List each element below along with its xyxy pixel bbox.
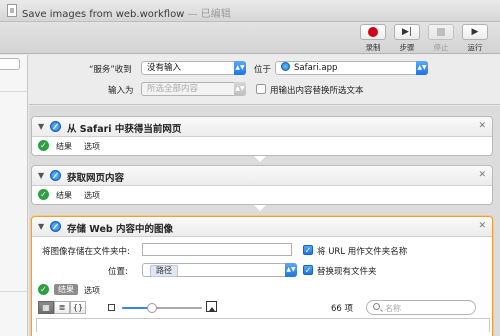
replace-selected-text-label: 用输出内容替换所选文本 <box>270 86 364 96</box>
workflow-document-icon <box>7 4 17 17</box>
options-tab[interactable]: 选项 <box>84 190 100 201</box>
step-icon: ▶| <box>402 27 412 37</box>
options-tab[interactable]: 选项 <box>84 285 100 296</box>
action-header: ▼ 获取网页内容 ✕ <box>32 166 492 186</box>
folder-name-field[interactable] <box>142 243 292 256</box>
zoom-slider-knob[interactable] <box>147 303 158 313</box>
disclosure-triangle-icon[interactable]: ▼ <box>38 122 44 131</box>
safari-action-icon <box>50 221 61 232</box>
input-is-value: 所选全部内容 <box>147 84 199 94</box>
action-connector <box>254 204 266 213</box>
location-label: 位置: <box>108 267 128 277</box>
toolbar: 录制 ▶| 步骤 停止 ▶ 运行 <box>0 22 500 54</box>
close-icon[interactable]: ✕ <box>478 221 486 231</box>
disclosure-triangle-icon[interactable]: ▼ <box>38 222 44 231</box>
library-panel <box>0 55 28 336</box>
in-label: 位于 <box>254 65 272 75</box>
disclosure-triangle-icon[interactable]: ▼ <box>38 171 44 180</box>
search-placeholder: 名称 <box>385 304 401 313</box>
service-input-popup[interactable]: 没有输入 ▲▼ <box>141 61 246 75</box>
stop-icon <box>437 28 445 36</box>
safari-action-icon <box>50 170 61 181</box>
action-connector <box>254 155 266 164</box>
application-popup[interactable]: Safari.app ▲▼ <box>275 61 428 75</box>
library-divider <box>0 291 28 292</box>
results-tab[interactable]: 结果 <box>54 284 78 295</box>
service-settings: “服务”收到 没有输入 ▲▼ 位于 Safari.app ▲▼ 输入为 所选全部… <box>29 55 500 105</box>
action-get-webpage-contents[interactable]: ▼ 获取网页内容 ✕ ✓ 结果 选项 <box>31 165 493 205</box>
results-tab[interactable]: 结果 <box>56 141 72 152</box>
record-button[interactable] <box>360 24 386 40</box>
action-footer: ✓ 结果 选项 <box>32 137 492 155</box>
popup-arrows-icon: ▲▼ <box>416 61 428 75</box>
zoom-slider[interactable] <box>122 303 202 313</box>
list-view-button[interactable]: ≣ <box>54 301 70 314</box>
stop-button[interactable] <box>428 24 454 40</box>
checkmark-icon: ✓ <box>38 140 49 151</box>
run-label: 运行 <box>467 43 483 52</box>
replace-existing-folder-checkbox[interactable]: ✓ <box>303 265 313 275</box>
checkmark-icon: ✓ <box>38 189 49 200</box>
window-title-text: Save images from web.workflow <box>22 9 185 20</box>
results-tab[interactable]: 结果 <box>56 190 72 201</box>
close-icon[interactable]: ✕ <box>478 170 486 180</box>
record-label: 录制 <box>365 43 381 52</box>
popup-arrows-icon: ▲▼ <box>285 263 297 277</box>
action-footer: ✓ 结果 选项 <box>32 281 492 299</box>
use-url-as-folder-name-label: 将 URL 用作文件夹名称 <box>317 247 408 257</box>
input-is-label: 输入为 <box>108 86 134 96</box>
application-value: Safari.app <box>294 63 338 73</box>
use-url-as-folder-name-checkbox[interactable]: ✓ <box>303 245 313 255</box>
service-receives-label: “服务”收到 <box>89 65 132 75</box>
list-icon: ≣ <box>58 303 66 312</box>
action-footer: ✓ 结果 选项 <box>32 186 492 204</box>
location-token: 路径 <box>150 265 178 277</box>
action-title: 从 Safari 中获得当前网页 <box>67 124 182 135</box>
action-get-current-webpage[interactable]: ▼ 从 Safari 中获得当前网页 ✕ ✓ 结果 选项 <box>31 116 493 156</box>
location-popup[interactable]: 路径 ▲▼ <box>142 263 297 277</box>
options-tab[interactable]: 选项 <box>84 141 100 152</box>
library-divider <box>0 91 28 92</box>
input-is-popup[interactable]: 所选全部内容 ▲▼ <box>141 82 246 96</box>
small-image-icon <box>108 304 115 311</box>
edited-status: 已编辑 <box>200 9 231 20</box>
action-title: 获取网页内容 <box>67 173 125 184</box>
run-icon: ▶ <box>471 27 479 37</box>
action-header: ▼ 存储 Web 内容中的图像 ✕ <box>32 217 492 237</box>
save-to-folder-label: 将图像存储在文件夹中: <box>42 247 130 257</box>
service-input-value: 没有输入 <box>147 63 182 73</box>
window-title: Save images from web.workflow — 已编辑 <box>22 5 231 20</box>
popup-arrows-icon: ▲▼ <box>234 61 246 75</box>
results-toolbar: ▦ ≣ {} 66 项 名称 <box>36 299 490 317</box>
large-image-icon <box>206 301 217 312</box>
step-label: 步骤 <box>399 43 415 52</box>
run-button[interactable]: ▶ <box>462 24 488 40</box>
results-list[interactable] <box>36 318 490 332</box>
stop-label: 停止 <box>433 43 449 52</box>
title-separator: — <box>187 9 198 20</box>
step-button[interactable]: ▶| <box>394 24 420 40</box>
icon-view-button[interactable]: ▦ <box>38 301 54 314</box>
close-icon[interactable]: ✕ <box>478 121 486 131</box>
result-count: 66 项 <box>331 304 354 314</box>
popup-arrows-icon: ▲▼ <box>234 82 246 96</box>
replace-selected-text-checkbox[interactable] <box>256 84 266 94</box>
record-icon <box>368 27 378 37</box>
checkmark-icon: ✓ <box>38 284 49 295</box>
results-search-field[interactable]: 名称 <box>366 300 476 315</box>
search-icon <box>373 303 380 310</box>
safari-icon <box>281 62 290 71</box>
action-header: ▼ 从 Safari 中获得当前网页 ✕ <box>32 117 492 137</box>
action-title: 存储 Web 内容中的图像 <box>67 224 173 235</box>
replace-existing-folder-label: 替换现有文件夹 <box>317 267 377 277</box>
safari-action-icon <box>50 121 61 132</box>
action-save-images-from-web-content[interactable]: ▼ 存储 Web 内容中的图像 ✕ 将图像存储在文件夹中: ✓ 将 URL 用作… <box>31 216 493 336</box>
text-view-button[interactable]: {} <box>70 301 86 314</box>
braces-icon: {} <box>72 303 84 312</box>
library-search-field[interactable] <box>0 58 20 70</box>
workflow-canvas: ▼ 从 Safari 中获得当前网页 ✕ ✓ 结果 选项 ▼ 获取网页内容 ✕ … <box>29 106 500 336</box>
title-bar: Save images from web.workflow — 已编辑 <box>0 0 500 22</box>
grid-icon: ▦ <box>42 303 50 312</box>
